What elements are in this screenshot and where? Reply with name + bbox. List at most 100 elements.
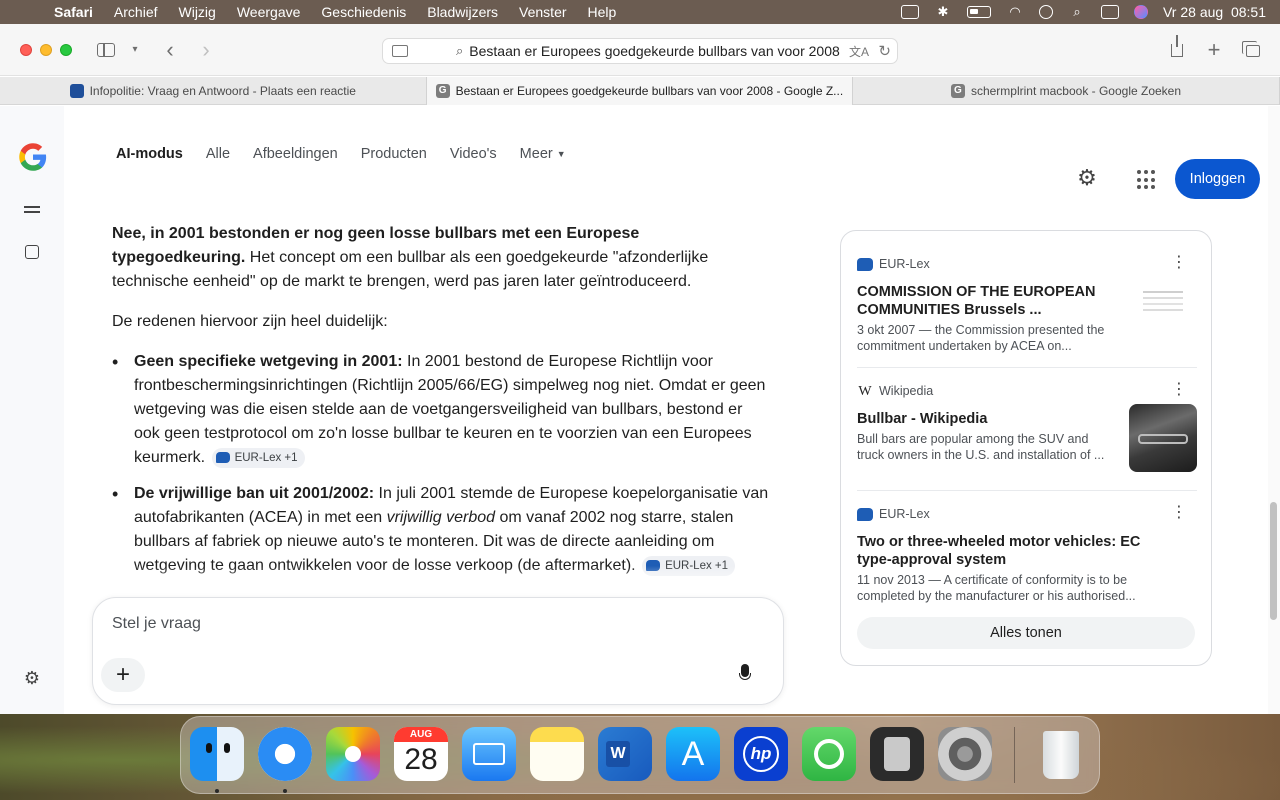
source-card[interactable]: W Wikipedia ⋮ Bullbar - Wikipedia Bull ba…: [857, 382, 1197, 472]
keyboard-input-icon[interactable]: [900, 5, 919, 19]
more-options-icon[interactable]: ⋮: [1171, 255, 1187, 271]
user-account-icon[interactable]: [1038, 5, 1053, 19]
show-all-sources-button[interactable]: Alles tonen: [857, 617, 1195, 649]
forward-button[interactable]: ›: [196, 38, 216, 62]
find-my-app-icon[interactable]: [802, 727, 856, 781]
system-settings-app-icon[interactable]: [938, 727, 992, 781]
close-window-button[interactable]: [20, 44, 32, 56]
source-header: EUR-Lex: [857, 505, 1197, 523]
reader-view-icon[interactable]: [392, 45, 408, 57]
address-bar[interactable]: ⌕ Bestaan er Europees goedgekeurde bullb…: [382, 38, 898, 64]
nav-images[interactable]: Afbeeldingen: [253, 146, 338, 162]
menubar-clock[interactable]: Vr 28 aug 08:51: [1163, 4, 1266, 20]
menu-weergave[interactable]: Weergave: [237, 4, 301, 20]
tab-label: schermplrint macbook - Google Zoeken: [970, 84, 1182, 98]
tab-google-schermprint[interactable]: G schermplrint macbook - Google Zoeken: [853, 77, 1280, 105]
divider: [857, 367, 1197, 368]
signin-button[interactable]: Inloggen: [1175, 159, 1260, 199]
mail-app-icon[interactable]: [462, 727, 516, 781]
trash-icon[interactable]: [1034, 727, 1088, 781]
tab-overview-button[interactable]: [1242, 38, 1262, 62]
source-header: W Wikipedia: [857, 382, 1197, 400]
wikipedia-favicon-icon: W: [858, 383, 872, 399]
source-card[interactable]: EUR-Lex ⋮ Two or three-wheeled motor veh…: [857, 505, 1197, 604]
safari-app-icon[interactable]: [258, 727, 312, 781]
search-icon: ⌕: [456, 43, 464, 58]
dock-separator: [1014, 727, 1015, 783]
battery-icon[interactable]: [966, 6, 991, 18]
scrollbar-thumb[interactable]: [1270, 502, 1277, 620]
calculator-app-icon[interactable]: [870, 727, 924, 781]
tab-google-bullbars[interactable]: G Bestaan er Europees goedgekeurde bullb…: [426, 77, 854, 105]
back-button[interactable]: ‹: [160, 38, 180, 62]
tab-group-chevron-down-icon[interactable]: ▾: [128, 38, 142, 62]
eurlex-icon: [215, 452, 230, 464]
new-tab-button[interactable]: +: [1204, 38, 1224, 62]
zoom-window-button[interactable]: [60, 44, 72, 56]
sidebar-toggle-button[interactable]: [97, 38, 119, 62]
source-title[interactable]: COMMISSION OF THE EUROPEAN COMMUNITIES B…: [857, 283, 1107, 319]
bullet-italic: vrijwillig verbod: [386, 509, 496, 526]
answer-fade-overlay: [112, 566, 782, 596]
menu-hamburger-icon[interactable]: [22, 202, 42, 222]
menu-archief[interactable]: Archief: [114, 4, 158, 20]
new-chat-icon[interactable]: [22, 242, 42, 262]
page-scrollbar[interactable]: [1268, 106, 1280, 714]
settings-gear-icon[interactable]: ⚙: [1075, 166, 1099, 190]
address-text[interactable]: Bestaan er Europees goedgekeurde bullbar…: [469, 43, 839, 59]
word-letter: W: [606, 741, 630, 767]
hp-smart-app-icon[interactable]: hp: [734, 727, 788, 781]
menu-safari[interactable]: Safari: [54, 4, 93, 20]
add-attachment-button[interactable]: +: [101, 658, 145, 692]
photos-app-icon[interactable]: [326, 727, 380, 781]
source-site: Wikipedia: [879, 384, 934, 398]
menu-bladwijzers[interactable]: Bladwijzers: [427, 4, 498, 20]
google-logo[interactable]: [18, 142, 48, 180]
bluetooth-icon[interactable]: ✱: [934, 5, 952, 19]
running-indicator: [215, 789, 219, 793]
share-button[interactable]: [1167, 35, 1187, 62]
more-options-icon[interactable]: ⋮: [1171, 505, 1187, 521]
translate-icon[interactable]: 文A: [849, 43, 869, 60]
calendar-app-icon[interactable]: AUG 28: [394, 727, 448, 781]
google-favicon-icon: G: [950, 84, 965, 98]
menu-venster[interactable]: Venster: [519, 4, 566, 20]
ask-input-placeholder[interactable]: Stel je vraag: [112, 615, 201, 633]
menu-wijzig[interactable]: Wijzig: [179, 4, 216, 20]
nav-more[interactable]: Meer ▼: [520, 146, 566, 162]
divider: [857, 490, 1197, 491]
ask-input-box[interactable]: Stel je vraag +: [92, 597, 784, 705]
source-chip[interactable]: EUR-Lex +1: [211, 447, 305, 468]
source-title[interactable]: Bullbar - Wikipedia: [857, 410, 1107, 428]
macos-dock: AUG 28 W A hp: [180, 716, 1100, 794]
more-options-icon[interactable]: ⋮: [1171, 382, 1187, 398]
nav-products[interactable]: Producten: [361, 146, 427, 162]
tab-label: Infopolitie: Vraag en Antwoord - Plaats …: [89, 84, 356, 98]
menu-geschiedenis[interactable]: Geschiedenis: [321, 4, 406, 20]
finder-app-icon[interactable]: [190, 727, 244, 781]
safari-window: ▾ ‹ › ⌕ Bestaan er Europees goedgekeurde…: [0, 24, 1280, 714]
tab-bar: Infopolitie: Vraag en Antwoord - Plaats …: [0, 77, 1280, 105]
answer-reasons: De redenen hiervoor zijn heel duidelijk:: [112, 313, 388, 330]
nav-all[interactable]: Alle: [206, 146, 230, 162]
menu-help[interactable]: Help: [588, 4, 617, 20]
app-store-icon[interactable]: A: [666, 727, 720, 781]
tab-infopolitie[interactable]: Infopolitie: Vraag en Antwoord - Plaats …: [0, 77, 427, 105]
word-app-icon[interactable]: W: [598, 727, 652, 781]
google-apps-grid-icon[interactable]: [1137, 170, 1157, 190]
source-card[interactable]: EUR-Lex ⋮ COMMISSION OF THE EUROPEAN COM…: [857, 255, 1197, 354]
bullet-heading: De vrijwillige ban uit 2001/2002:: [134, 485, 375, 502]
wifi-icon[interactable]: ◠: [1006, 5, 1024, 19]
siri-icon[interactable]: [1133, 5, 1148, 19]
nav-ai-mode[interactable]: AI-modus: [116, 146, 183, 162]
source-title[interactable]: Two or three-wheeled motor vehicles: EC …: [857, 533, 1157, 569]
notes-app-icon[interactable]: [530, 727, 584, 781]
spotlight-search-icon[interactable]: ⌕: [1068, 5, 1086, 19]
answer-intro: Nee, in 2001 bestonden er nog geen losse…: [112, 222, 772, 294]
minimize-window-button[interactable]: [40, 44, 52, 56]
rail-settings-gear-icon[interactable]: ⚙: [22, 668, 42, 688]
control-center-icon[interactable]: [1100, 5, 1119, 19]
nav-videos[interactable]: Video's: [450, 146, 497, 162]
reload-icon[interactable]: ↻: [878, 42, 891, 60]
microphone-icon[interactable]: [738, 664, 752, 686]
